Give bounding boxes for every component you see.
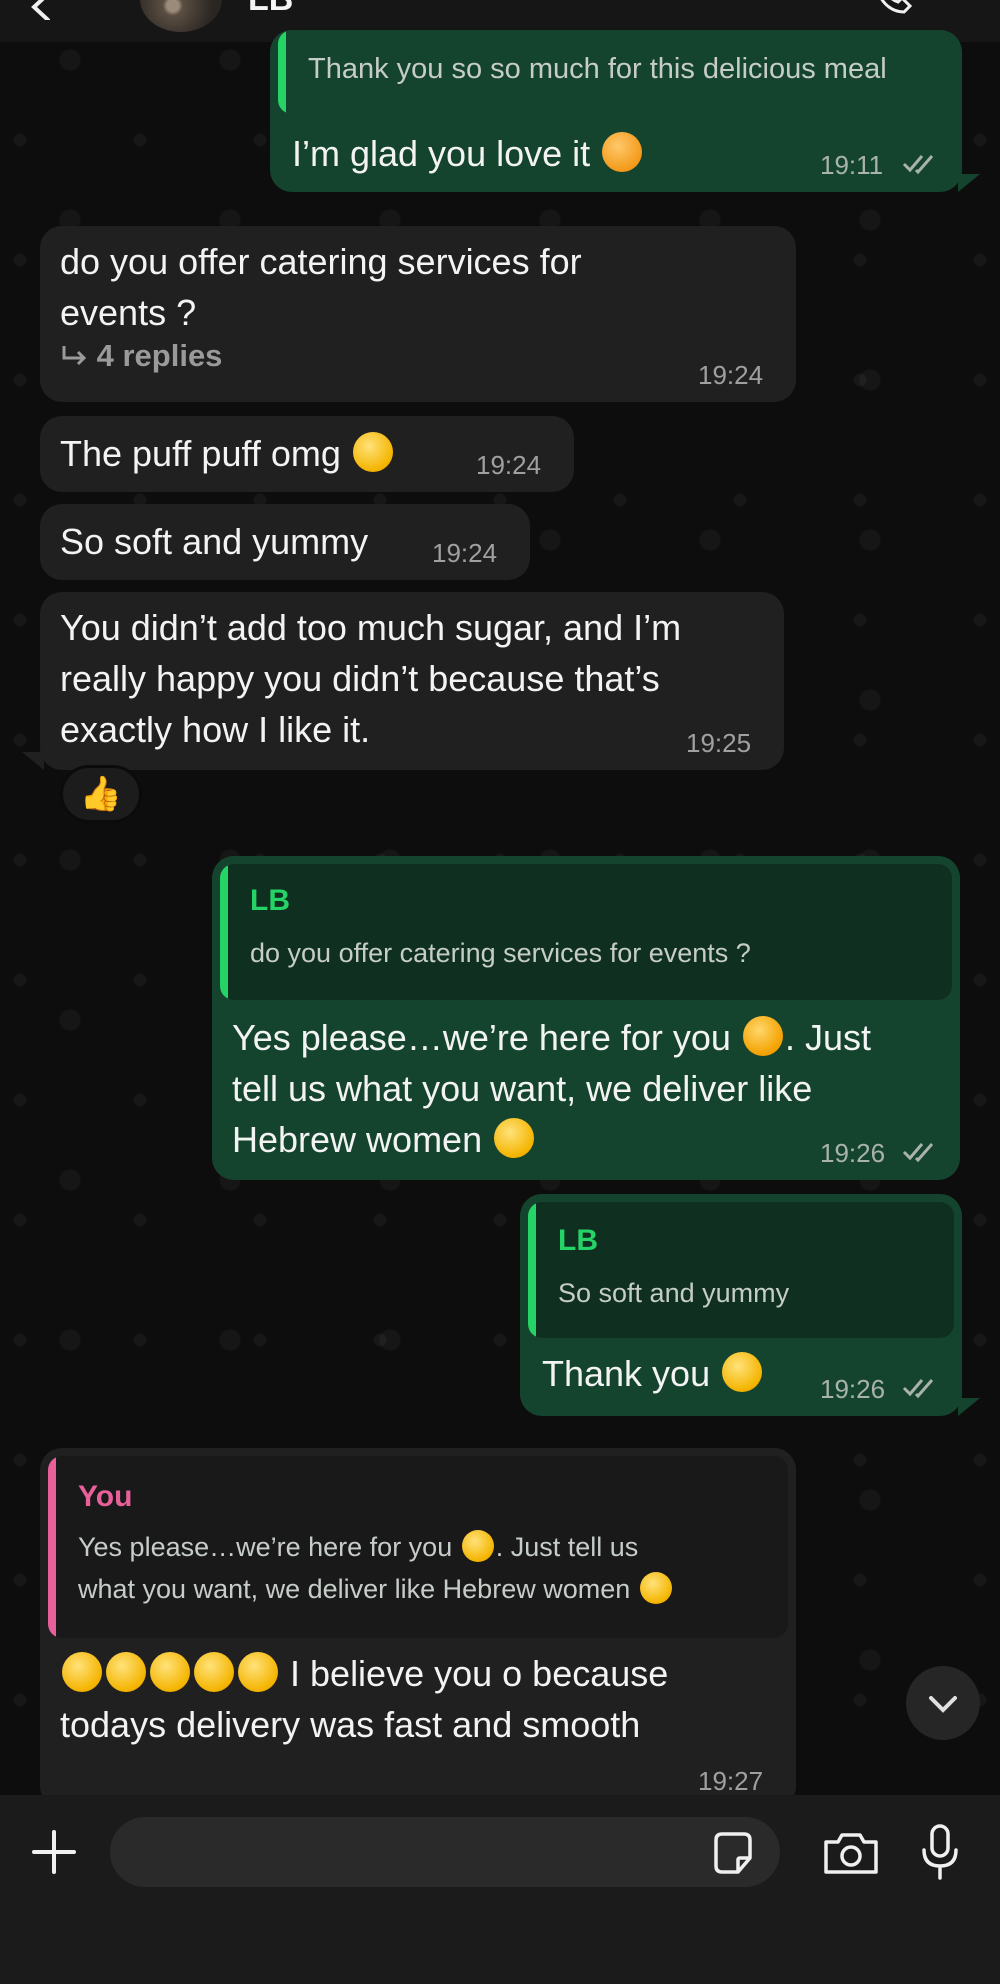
thread-replies-link[interactable]: 4 replies (60, 338, 222, 374)
heart-eyes-icon (461, 1530, 494, 1562)
message-bubble-incoming[interactable]: You didn’t add too much sugar, and I’m r… (40, 592, 784, 770)
heart-eyes-icon (742, 1016, 783, 1056)
camera-icon[interactable] (822, 1830, 880, 1876)
message-text-content: . Just (784, 1017, 872, 1058)
message-input[interactable] (110, 1817, 780, 1887)
reply-arrow-icon (62, 346, 87, 366)
tears-of-joy-icon (62, 1652, 102, 1692)
quote-bar (220, 864, 228, 1000)
message-line: Hebrew women (232, 1114, 536, 1165)
message-bubble-incoming[interactable]: The puff puff omg 19:24 (40, 416, 574, 492)
reaction-badge[interactable]: 👍 (60, 765, 142, 823)
message-text: I’m glad you love it (292, 128, 644, 179)
message-line: events ? (60, 292, 197, 333)
message-time: 19:25 (686, 728, 752, 758)
quoted-message[interactable]: Thank you so so much for this delicious … (278, 30, 954, 114)
quote-text: So soft and yummy (558, 1278, 790, 1308)
message-text: Thank you (542, 1348, 764, 1399)
bubble-tail (22, 752, 44, 770)
quote-bar (528, 1202, 536, 1338)
quote-text: do you offer catering services for event… (250, 938, 751, 968)
message-text-content: Thank you (542, 1353, 711, 1394)
quote-author: You (78, 1480, 133, 1513)
message-text: So soft and yummy (60, 521, 369, 562)
message-line: I believe you o because (60, 1648, 668, 1699)
avatar[interactable] (140, 0, 222, 32)
message-text-content: I believe you o because (290, 1653, 669, 1694)
scroll-to-bottom-button[interactable] (906, 1666, 980, 1740)
bubble-tail (958, 174, 980, 192)
quote-line: Yes please…we’re here for you . Just tel… (78, 1526, 638, 1568)
message-time: 19:26 (820, 1138, 886, 1168)
message-bubble-incoming[interactable]: You Yes please…we’re here for you . Just… (40, 1448, 796, 1795)
message-text-content: The puff puff omg (60, 433, 341, 474)
message-line: do you offer catering services for (60, 241, 582, 282)
grinning-face-icon (639, 1572, 672, 1604)
message-bubble-outgoing[interactable]: LB do you offer catering services for ev… (212, 856, 960, 1180)
message-bubble-incoming[interactable]: do you offer catering services for event… (40, 226, 796, 402)
grinning-face-icon (494, 1118, 535, 1158)
quote-line: what you want, we deliver like Hebrew wo… (78, 1568, 674, 1610)
bubble-tail (958, 1398, 980, 1416)
quote-text: Yes please…we’re here for you (78, 1532, 453, 1562)
quote-text: . Just tell us (495, 1532, 639, 1562)
back-icon[interactable] (28, 0, 54, 20)
double-check-icon (902, 155, 934, 174)
message-text-content: Hebrew women (232, 1119, 483, 1160)
message-line: You didn’t add too much sugar, and I’m (60, 607, 682, 648)
double-check-icon (902, 1379, 934, 1398)
message-text-content: I’m glad you love it (292, 133, 591, 174)
contact-name[interactable]: LB (248, 0, 293, 19)
message-line: todays delivery was fast and smooth (60, 1704, 641, 1745)
message-bubble-outgoing[interactable]: Thank you so so much for this delicious … (270, 30, 962, 192)
message-bubble-incoming[interactable]: So soft and yummy 19:24 (40, 504, 530, 580)
quote-bar (48, 1456, 56, 1638)
message-text-content: Yes please…we’re here for you (232, 1017, 731, 1058)
message-line: tell us what you want, we deliver like (232, 1068, 813, 1109)
quote-text: Thank you so so much for this delicious … (308, 53, 887, 85)
message-time: 19:24 (432, 538, 498, 568)
message-line: exactly how I like it. (60, 709, 371, 750)
chevron-down-icon (929, 1696, 957, 1713)
microphone-icon[interactable] (920, 1822, 960, 1882)
message-line: Yes please…we’re here for you . Just (232, 1012, 871, 1063)
message-time: 19:26 (820, 1374, 886, 1404)
chat-area[interactable]: LB Thank you so so much for this delicio… (0, 0, 1000, 1795)
double-check-icon (902, 1143, 934, 1162)
quote-bar (278, 30, 286, 114)
tears-of-joy-icon (150, 1652, 190, 1692)
thread-replies-label: 4 replies (96, 338, 223, 373)
quoted-message[interactable]: LB do you offer catering services for ev… (220, 864, 952, 1000)
star-struck-icon (722, 1352, 763, 1392)
message-bubble-outgoing[interactable]: LB So soft and yummy Thank you 19:26 (520, 1194, 962, 1416)
message-time: 19:27 (698, 1766, 764, 1795)
quoted-message[interactable]: LB So soft and yummy (528, 1202, 954, 1338)
quote-text: what you want, we deliver like Hebrew wo… (78, 1574, 631, 1604)
quoted-message[interactable]: You Yes please…we’re here for you . Just… (48, 1456, 788, 1638)
call-icon[interactable] (874, 0, 914, 16)
face-savoring-food-icon (352, 432, 393, 472)
smiling-face-with-hearts-icon (602, 132, 643, 172)
message-time: 19:11 (820, 150, 884, 180)
tears-of-joy-icon (106, 1652, 146, 1692)
message-line: really happy you didn’t because that’s (60, 658, 660, 699)
plus-icon[interactable] (30, 1828, 78, 1876)
message-time: 19:24 (476, 450, 542, 480)
message-text: The puff puff omg (60, 428, 395, 479)
sticker-icon[interactable] (710, 1830, 756, 1876)
tears-of-joy-icon (194, 1652, 234, 1692)
quote-author: LB (250, 884, 290, 917)
quote-author: LB (558, 1224, 598, 1257)
tears-of-joy-icon (238, 1652, 278, 1692)
message-time: 19:24 (698, 360, 764, 390)
